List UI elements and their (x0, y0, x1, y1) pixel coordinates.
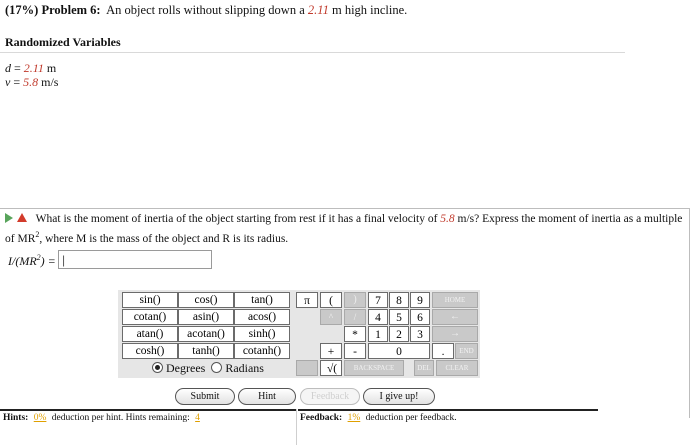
equals: = (11, 61, 24, 75)
problem-text-before: An object rolls without slipping down a (106, 3, 305, 17)
question-part-3: , where M is the mass of the object and … (39, 232, 289, 245)
multiply-button[interactable]: * (344, 326, 366, 342)
hints-remaining: 4 (195, 413, 200, 423)
cos-button[interactable]: cos() (178, 292, 234, 308)
play-icon[interactable] (5, 213, 13, 223)
plus-button[interactable]: + (320, 343, 342, 359)
digit-6-button[interactable]: 6 (410, 309, 430, 325)
decimal-button[interactable]: . (432, 343, 454, 359)
atan-button[interactable]: atan() (122, 326, 178, 342)
problem-header: (17%) Problem 6: An object rolls without… (5, 3, 407, 18)
mr-symbol: MR (17, 232, 36, 245)
home-button[interactable]: HOME (432, 292, 478, 308)
question-text: What is the moment of inertia of the obj… (5, 211, 693, 247)
variable-unit: m/s (38, 75, 59, 89)
variable-d: d = 2.11 m (5, 61, 56, 76)
randomized-variables-title: Randomized Variables (5, 35, 121, 49)
sin-button[interactable]: sin() (122, 292, 178, 308)
digit-5-button[interactable]: 5 (389, 309, 409, 325)
digit-9-button[interactable]: 9 (410, 292, 430, 308)
variable-unit: m (43, 61, 57, 75)
digit-3-button[interactable]: 3 (410, 326, 430, 342)
digit-7-button[interactable]: 7 (368, 292, 388, 308)
pi-button[interactable]: π (296, 292, 318, 308)
feedback-info: Feedback: 1% deduction per feedback. (300, 413, 457, 423)
feedback-button[interactable]: Feedback (300, 388, 360, 405)
acotan-button[interactable]: acotan() (178, 326, 234, 342)
open-paren-button[interactable]: ( (320, 292, 342, 308)
digit-1-button[interactable]: 1 (368, 326, 388, 342)
hints-divider (0, 409, 296, 411)
clear-button[interactable]: CLEAR (436, 360, 478, 376)
variable-v: v = 5.8 m/s (5, 75, 58, 90)
degrees-radio[interactable] (152, 362, 163, 373)
radians-label: Radians (225, 361, 264, 375)
answer-input[interactable] (58, 250, 212, 269)
hints-info: Hints: 0% deduction per hint. Hints rema… (3, 413, 203, 423)
degrees-label: Degrees (166, 361, 206, 375)
answer-label-pre: I/(MR (8, 254, 37, 268)
cosh-button[interactable]: cosh() (122, 343, 178, 359)
give-up-button[interactable]: I give up! (363, 388, 435, 405)
sinh-button[interactable]: sinh() (234, 326, 290, 342)
problem-number: Problem 6: (41, 3, 101, 17)
left-arrow-button[interactable]: ← (432, 309, 478, 325)
feedback-label: Feedback: (300, 413, 343, 423)
hint-button[interactable]: Hint (238, 388, 296, 405)
question-part-1: What is the moment of inertia of the obj… (35, 213, 438, 225)
footer-separator (296, 409, 297, 445)
variable-value: 5.8 (23, 75, 39, 89)
digit-2-button[interactable]: 2 (389, 326, 409, 342)
backspace-button[interactable]: BACKSPACE (344, 360, 404, 376)
tan-button[interactable]: tan() (234, 292, 290, 308)
cotan-button[interactable]: cotan() (122, 309, 178, 325)
angle-mode: Degrees Radians (152, 361, 264, 376)
variable-value: 2.11 (23, 61, 44, 75)
equals: = (10, 75, 24, 89)
tanh-button[interactable]: tanh() (178, 343, 234, 359)
spacer-key (296, 360, 318, 376)
asin-button[interactable]: asin() (178, 309, 234, 325)
problem-weight: (17%) (5, 3, 39, 17)
feedback-text: deduction per feedback. (365, 413, 457, 423)
digit-0-button[interactable]: 0 (368, 343, 430, 359)
power-button[interactable]: ^ (320, 309, 342, 325)
feedback-divider (298, 409, 598, 411)
cotanh-button[interactable]: cotanh() (234, 343, 290, 359)
hints-text: deduction per hint. Hints remaining: (51, 413, 190, 423)
sqrt-button[interactable]: √( (320, 360, 342, 376)
calculator: sin() cos() tan() cotan() asin() acos() … (118, 290, 480, 378)
problem-text-after: m high incline. (331, 3, 408, 17)
radians-radio[interactable] (211, 362, 223, 373)
velocity-value: 5.8 (440, 213, 455, 225)
answer-label: I/(MR2) = (8, 253, 56, 269)
right-arrow-button[interactable]: → (432, 326, 478, 342)
divider (0, 52, 625, 53)
divide-button[interactable]: / (344, 309, 366, 325)
submit-button[interactable]: Submit (175, 388, 235, 405)
hint-deduction: 0% (33, 413, 47, 423)
feedback-deduction: 1% (347, 413, 361, 423)
del-button[interactable]: DEL (414, 360, 434, 376)
close-paren-button[interactable]: ) (344, 292, 366, 308)
hints-label: Hints: (3, 413, 29, 423)
answer-label-post: ) = (40, 254, 56, 268)
minus-button[interactable]: - (344, 343, 366, 359)
acos-button[interactable]: acos() (234, 309, 290, 325)
digit-4-button[interactable]: 4 (368, 309, 388, 325)
height-value: 2.11 (307, 3, 329, 17)
warning-icon (17, 213, 27, 222)
end-button[interactable]: END (455, 343, 478, 359)
digit-8-button[interactable]: 8 (389, 292, 409, 308)
